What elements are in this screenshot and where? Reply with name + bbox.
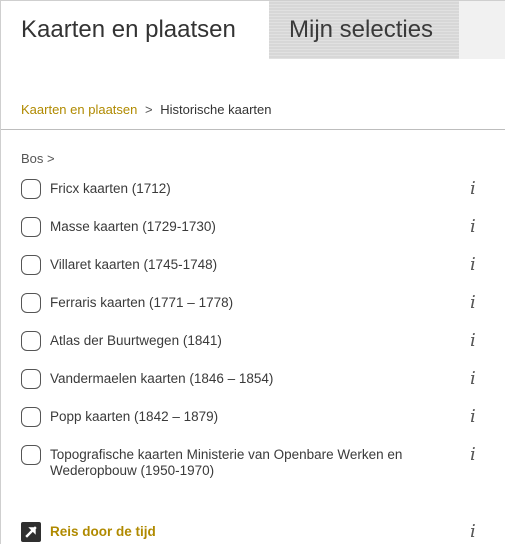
layer-checkbox[interactable] <box>21 255 41 275</box>
tab-bar: Kaarten en plaatsen Mijn selecties <box>1 1 505 59</box>
layer-checkbox[interactable] <box>21 293 41 313</box>
layer-checkbox[interactable] <box>21 331 41 351</box>
breadcrumb: Kaarten en plaatsen > Historische kaarte… <box>21 101 272 119</box>
tab-bar-filler <box>459 1 505 59</box>
layer-list: Fricx kaarten (1712) i Masse kaarten (17… <box>1 179 505 497</box>
chevron-right-icon: > <box>47 151 55 166</box>
divider <box>1 129 505 130</box>
list-item-external-link: Reis door de tijd i <box>1 522 505 545</box>
list-item: Fricx kaarten (1712) i <box>1 179 505 217</box>
breadcrumb-separator: > <box>145 102 153 117</box>
info-icon[interactable]: i <box>470 369 476 389</box>
layer-checkbox[interactable] <box>21 369 41 389</box>
info-icon[interactable]: i <box>470 179 476 199</box>
subfolder-bos[interactable]: Bos > <box>21 150 55 168</box>
list-item: Topografische kaarten Ministerie van Ope… <box>1 445 505 497</box>
layer-checkbox[interactable] <box>21 407 41 427</box>
layer-checkbox[interactable] <box>21 445 41 465</box>
layer-label[interactable]: Villaret kaarten (1745-1748) <box>50 257 430 273</box>
external-link-icon[interactable] <box>21 522 41 542</box>
tab-mijn-selecties[interactable]: Mijn selecties <box>269 1 459 59</box>
map-layer-panel: Kaarten en plaatsen Mijn selecties Kaart… <box>0 0 505 544</box>
layer-label[interactable]: Ferraris kaarten (1771 – 1778) <box>50 295 430 311</box>
info-icon[interactable]: i <box>470 293 476 313</box>
info-icon[interactable]: i <box>470 407 476 427</box>
info-icon[interactable]: i <box>470 445 476 465</box>
list-item: Popp kaarten (1842 – 1879) i <box>1 407 505 445</box>
subfolder-label: Bos <box>21 151 44 166</box>
layer-label[interactable]: Vandermaelen kaarten (1846 – 1854) <box>50 371 430 387</box>
layer-label[interactable]: Masse kaarten (1729-1730) <box>50 219 430 235</box>
list-item: Masse kaarten (1729-1730) i <box>1 217 505 255</box>
list-item: Vandermaelen kaarten (1846 – 1854) i <box>1 369 505 407</box>
breadcrumb-root-link[interactable]: Kaarten en plaatsen <box>21 102 137 117</box>
layer-label[interactable]: Popp kaarten (1842 – 1879) <box>50 409 430 425</box>
layer-label[interactable]: Fricx kaarten (1712) <box>50 181 430 197</box>
reis-door-de-tijd-link[interactable]: Reis door de tijd <box>50 523 156 541</box>
layer-label[interactable]: Atlas der Buurtwegen (1841) <box>50 333 430 349</box>
layer-label[interactable]: Topografische kaarten Ministerie van Ope… <box>50 447 430 479</box>
breadcrumb-current: Historische kaarten <box>160 102 272 117</box>
layer-checkbox[interactable] <box>21 179 41 199</box>
info-icon[interactable]: i <box>470 331 476 351</box>
layer-checkbox[interactable] <box>21 217 41 237</box>
list-item: Villaret kaarten (1745-1748) i <box>1 255 505 293</box>
info-icon[interactable]: i <box>470 522 476 542</box>
list-item: Ferraris kaarten (1771 – 1778) i <box>1 293 505 331</box>
list-item: Atlas der Buurtwegen (1841) i <box>1 331 505 369</box>
tab-kaarten-en-plaatsen[interactable]: Kaarten en plaatsen <box>1 1 269 59</box>
external-link-arrow-icon <box>25 526 37 538</box>
info-icon[interactable]: i <box>470 255 476 275</box>
info-icon[interactable]: i <box>470 217 476 237</box>
